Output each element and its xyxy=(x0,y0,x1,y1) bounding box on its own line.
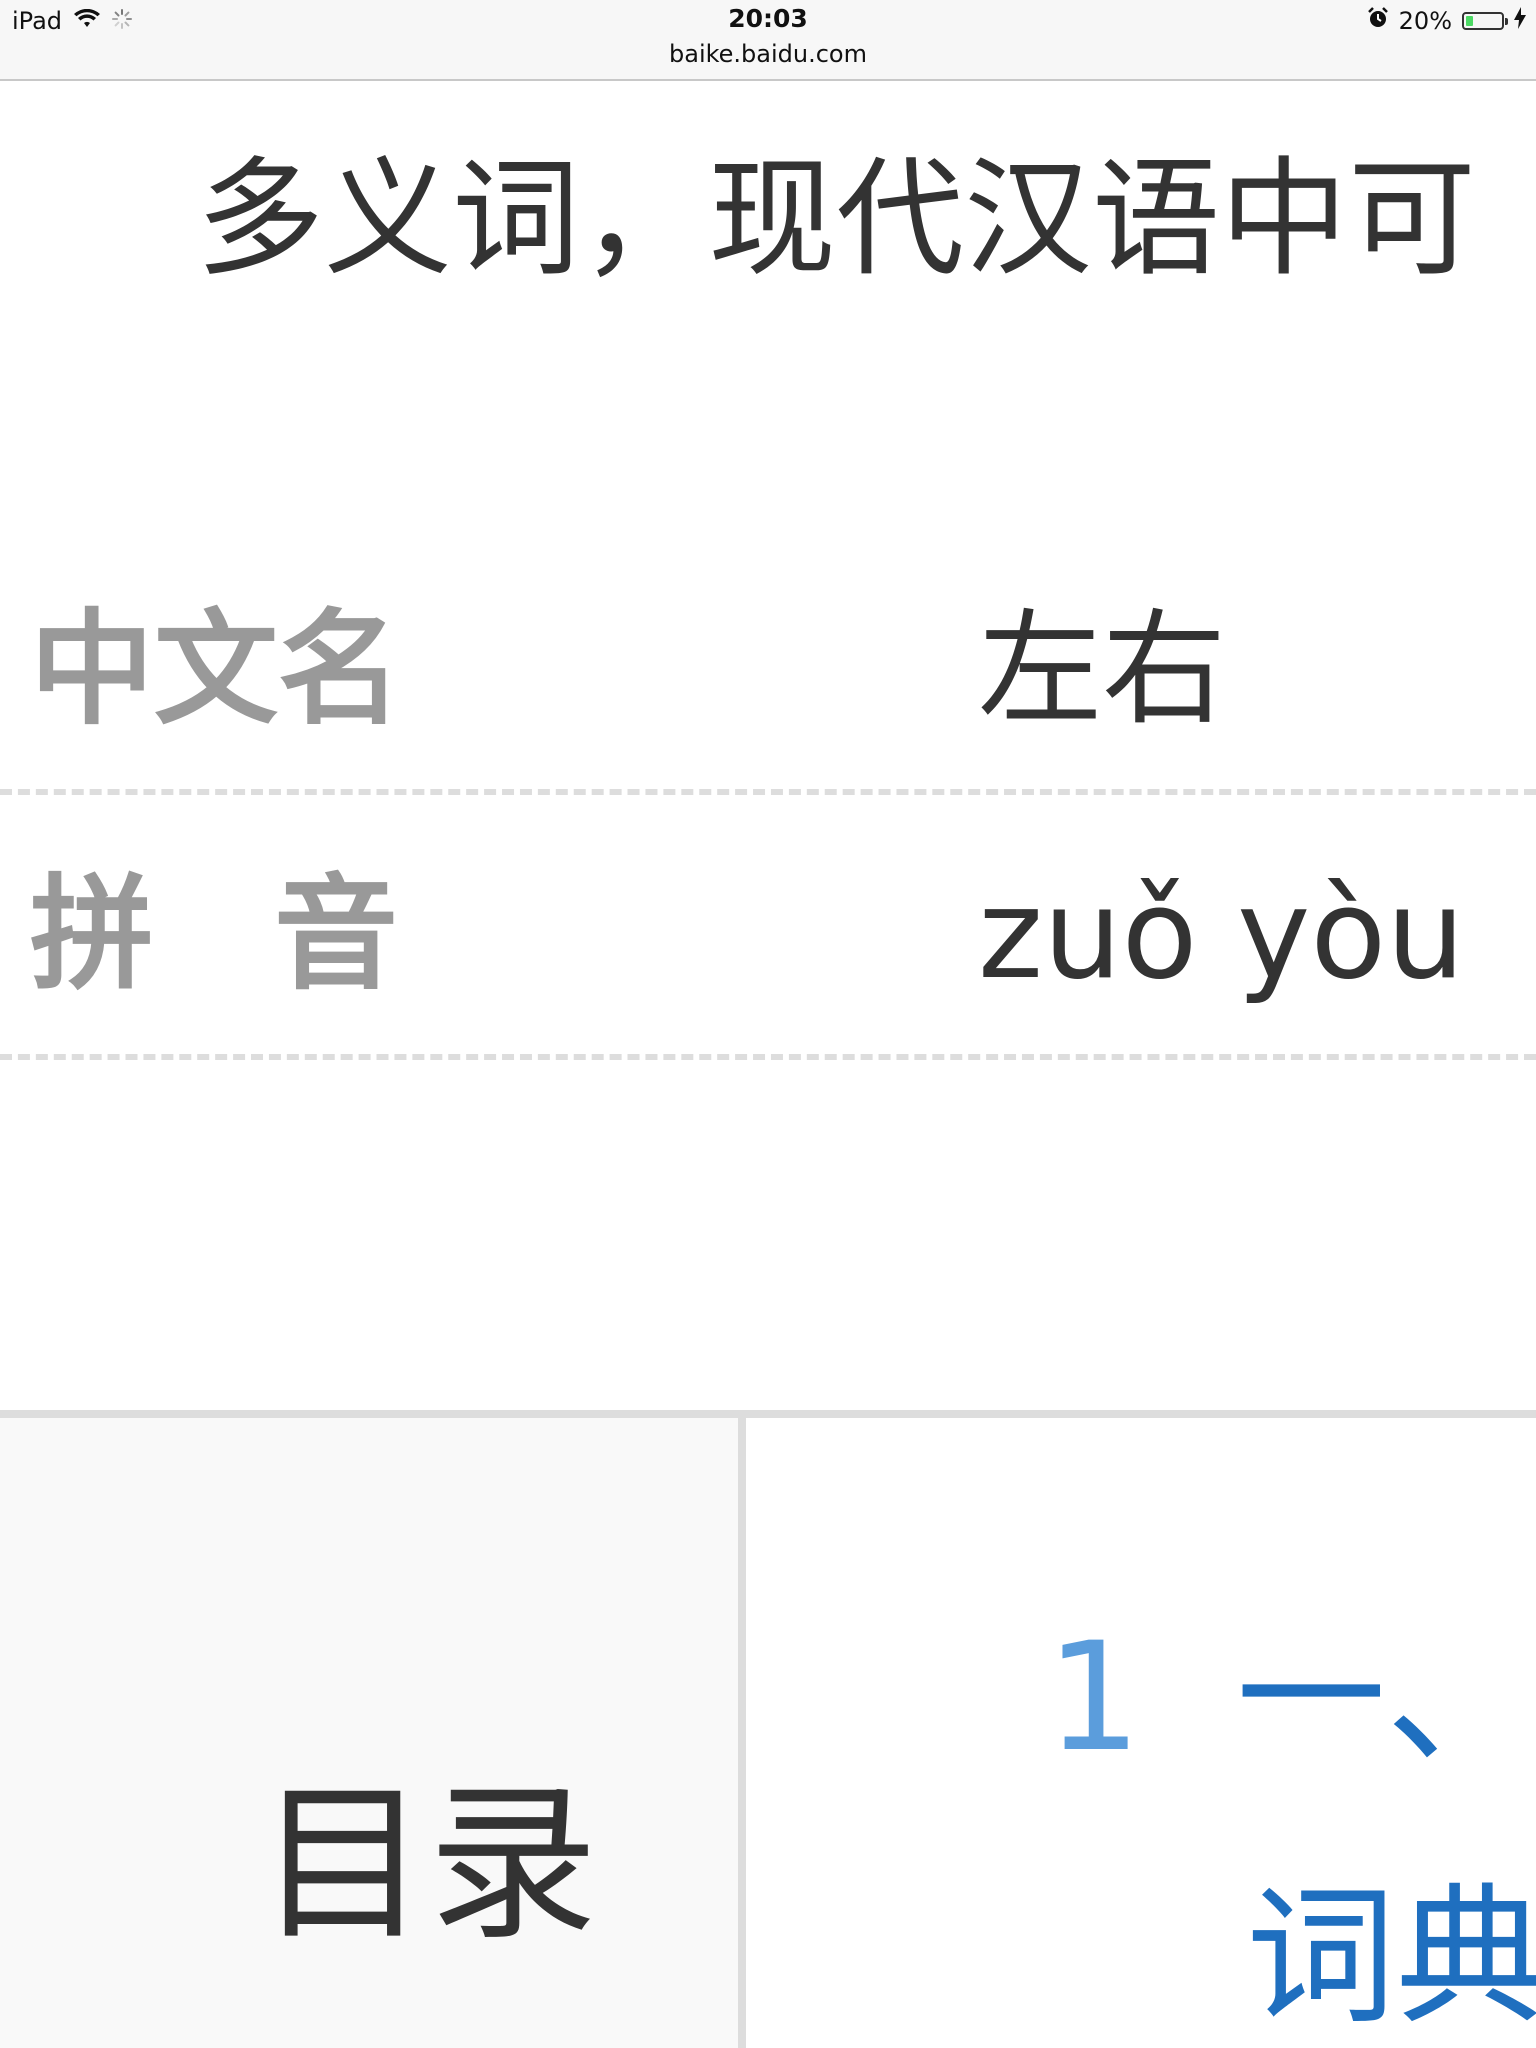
toc-items-panel: 1 一、 词典 xyxy=(746,1418,1536,2048)
info-label-chinese-name: 中文名 xyxy=(30,598,403,742)
article-summary: 多义词，现代汉语中可 xyxy=(196,145,1477,294)
url-bar[interactable]: baike.baidu.com xyxy=(0,40,1536,68)
status-right: 20% xyxy=(1367,6,1526,36)
battery-percent: 20% xyxy=(1398,7,1452,35)
alarm-icon xyxy=(1367,7,1389,35)
toc-item-link[interactable]: 一、 xyxy=(1236,1618,1536,1778)
info-label-pinyin: 拼音 xyxy=(30,863,519,1007)
clock: 20:03 xyxy=(728,4,808,33)
info-value-chinese-name: 左右 xyxy=(978,598,1227,742)
status-bar: iPad 20:03 20% baike.baidu.com xyxy=(0,0,1536,81)
toc-vertical-divider xyxy=(738,1418,746,2048)
info-row-pinyin: 拼音 zuǒ yòu xyxy=(0,800,1536,1060)
charging-bolt-icon xyxy=(1514,7,1526,35)
toc-title: 目录 xyxy=(258,1766,599,1964)
battery-icon xyxy=(1462,12,1508,30)
info-row-chinese-name: 中文名 左右 xyxy=(0,535,1536,795)
toc-subitem-link[interactable]: 词典 xyxy=(1246,1878,1536,2038)
battery-level-fill xyxy=(1466,16,1473,26)
info-value-pinyin: zuǒ yòu xyxy=(978,863,1465,1007)
toc-item-number[interactable]: 1 xyxy=(1046,1618,1141,1778)
toc-divider xyxy=(0,1410,1536,1418)
